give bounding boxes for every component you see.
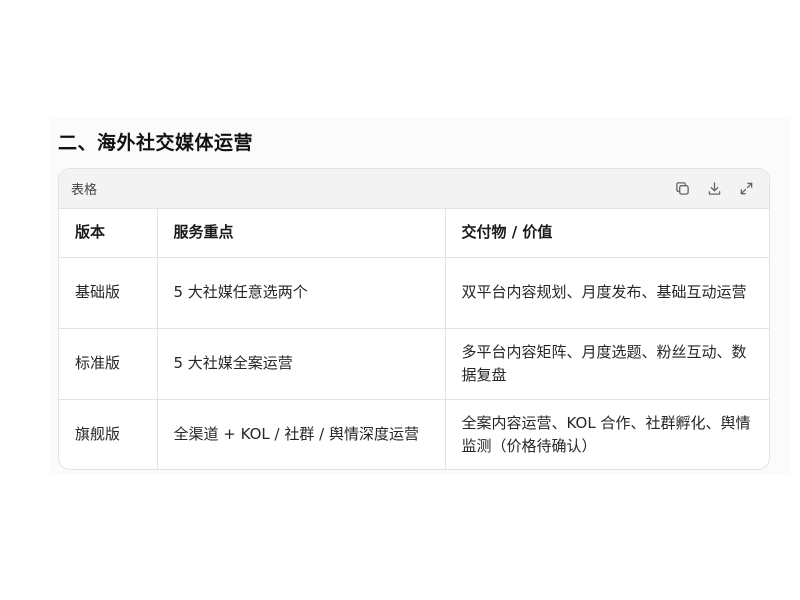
copy-button[interactable] (673, 180, 691, 198)
expand-button[interactable] (737, 180, 755, 198)
table-header-row: 版本 服务重点 交付物 / 价值 (59, 209, 769, 258)
table-row: 标准版 5 大社媒全案运营 多平台内容矩阵、月度选题、粉丝互动、数据复盘 (59, 328, 769, 400)
table-card: 表格 版本 服务重点 交付物 / 价值 基础版 5 大社媒任意选两个 双平台内容… (58, 168, 770, 470)
column-header-deliverables: 交付物 / 价值 (445, 209, 769, 258)
expand-icon (740, 182, 752, 195)
cell-version: 标准版 (59, 328, 158, 400)
cell-deliverables: 多平台内容矩阵、月度选题、粉丝互动、数据复盘 (445, 328, 769, 400)
cell-deliverables: 双平台内容规划、月度发布、基础互动运营 (445, 257, 769, 329)
section-title: 二、海外社交媒体运营 (58, 132, 254, 154)
column-header-service-focus: 服务重点 (157, 209, 446, 258)
cell-service-focus: 5 大社媒任意选两个 (157, 257, 446, 329)
copy-icon (675, 182, 689, 195)
table-toolbar (673, 180, 755, 198)
cell-version: 旗舰版 (59, 399, 158, 469)
table-card-label: 表格 (71, 183, 98, 198)
table-card-header: 表格 (59, 169, 769, 209)
service-table: 版本 服务重点 交付物 / 价值 基础版 5 大社媒任意选两个 双平台内容规划、… (59, 209, 769, 469)
download-icon (708, 182, 720, 195)
cell-service-focus: 5 大社媒全案运营 (157, 328, 446, 400)
table-row: 旗舰版 全渠道 + KOL / 社群 / 舆情深度运营 全案内容运营、KOL 合… (59, 399, 769, 469)
download-button[interactable] (705, 180, 723, 198)
cell-deliverables: 全案内容运营、KOL 合作、社群孵化、舆情监测（价格待确认） (461, 413, 751, 455)
cell-version: 基础版 (59, 257, 158, 329)
cell-service-focus: 全渠道 + KOL / 社群 / 舆情深度运营 (157, 399, 446, 469)
table-row: 基础版 5 大社媒任意选两个 双平台内容规划、月度发布、基础互动运营 (59, 257, 769, 329)
column-header-version: 版本 (59, 209, 158, 258)
